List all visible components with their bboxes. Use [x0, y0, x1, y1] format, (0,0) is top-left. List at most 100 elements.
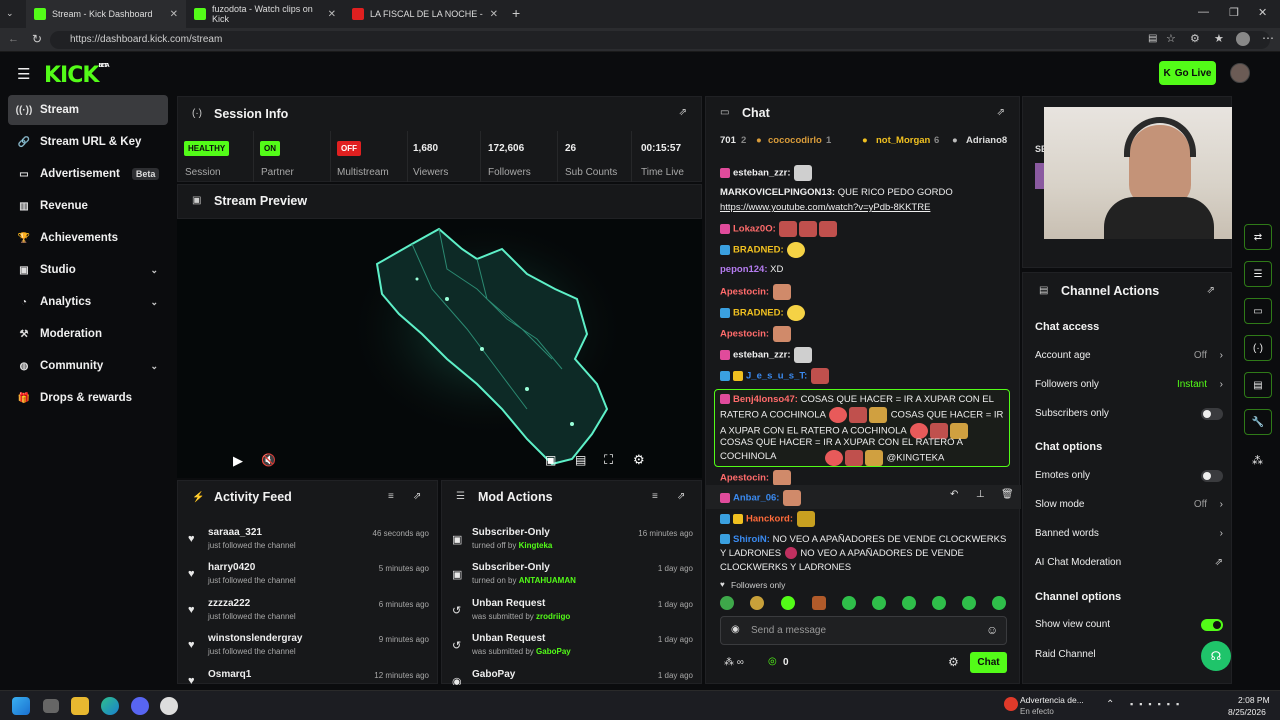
- chat-mention[interactable]: @KINGTEKA: [887, 453, 945, 464]
- clock-date[interactable]: 8/25/2026: [1228, 707, 1266, 717]
- new-tab-icon[interactable]: +: [512, 5, 520, 21]
- favorites-icon[interactable]: ★: [1214, 32, 1224, 45]
- chat-username[interactable]: MARKOVICELPINGON13:: [720, 187, 835, 198]
- popout-icon[interactable]: ⇗: [677, 491, 685, 502]
- close-icon[interactable]: ✕: [490, 9, 498, 20]
- chat-message-continued[interactable]: @KINGTEKA: [824, 450, 1010, 466]
- leaderboard-user[interactable]: not_Morgan: [876, 135, 930, 146]
- edge-browser-icon[interactable]: [101, 697, 119, 715]
- emote-icon[interactable]: [720, 596, 734, 610]
- filter-icon[interactable]: ≡: [388, 491, 394, 502]
- more-icon[interactable]: ⋯: [1262, 31, 1274, 45]
- chat-username[interactable]: Anbar_06:: [733, 493, 779, 504]
- restore-icon[interactable]: ❐: [1229, 6, 1239, 19]
- list-item[interactable]: ▣ Subscriber-Only turned on by ANTAHUAMAN 1…: [442, 556, 703, 592]
- chat-username[interactable]: pepon124:: [720, 264, 768, 275]
- chrome-icon[interactable]: [160, 697, 178, 715]
- chat-message[interactable]: Apestocin:: [720, 284, 1010, 300]
- back-icon[interactable]: ←: [8, 33, 19, 45]
- emotes-only-toggle[interactable]: [1201, 470, 1223, 482]
- menu-icon[interactable]: ☰: [17, 65, 30, 83]
- window-close-icon[interactable]: ✕: [1258, 6, 1267, 19]
- slow-mode-setting[interactable]: Slow mode Off ›: [1035, 499, 1223, 510]
- stream-preview-video[interactable]: ▶ 🔇 ▣ ▤ ⛶ ⚙: [177, 219, 702, 478]
- minimize-icon[interactable]: —: [1198, 6, 1209, 18]
- show-view-count-toggle[interactable]: [1201, 619, 1223, 631]
- emotes-only-setting[interactable]: Emotes only: [1035, 470, 1223, 482]
- sidebar-item-advertisement[interactable]: ▭ Advertisement Beta: [8, 159, 168, 189]
- miniplayer-icon[interactable]: ▣: [545, 453, 556, 467]
- sidebar-item-stream-url-key[interactable]: 🔗 Stream URL & Key: [8, 127, 168, 157]
- message-input[interactable]: ◉ Send a message ☺: [720, 616, 1007, 645]
- go-live-button[interactable]: K Go Live: [1159, 61, 1216, 85]
- list-item[interactable]: ♥ saraaa_321 just followed the channel 46 s…: [178, 521, 439, 557]
- emote-icon[interactable]: [902, 596, 916, 610]
- send-chat-button[interactable]: Chat: [970, 652, 1007, 673]
- emote-icon[interactable]: [842, 596, 856, 610]
- chat-username[interactable]: Lokaz0O:: [733, 224, 776, 235]
- tab-fuzodota[interactable]: fuzodota - Watch clips on Kick ✕: [186, 0, 344, 28]
- tab-la-fiscal[interactable]: LA FISCAL DE LA NOCHE - PIURA ✕: [344, 0, 506, 28]
- chat-username[interactable]: J_e_s_u_s_T:: [746, 371, 807, 382]
- list-item[interactable]: ◉ GaboPay 1 day ago: [442, 663, 703, 685]
- moderator-name[interactable]: GaboPay: [536, 647, 571, 656]
- chat-username[interactable]: BRADNED:: [733, 245, 784, 256]
- pin-icon[interactable]: ⊥: [976, 489, 985, 500]
- emote-icon[interactable]: [962, 596, 976, 610]
- chat-message[interactable]: MARKOVICELPINGON13: QUE RICO PEDO GORDO: [720, 186, 1010, 200]
- settings-gear-icon[interactable]: ⚙: [948, 655, 959, 669]
- kick-logo[interactable]: KICKBETA: [44, 63, 110, 88]
- moderator-name[interactable]: ANTAHUAMAN: [519, 576, 576, 585]
- chevron-up-icon[interactable]: ⌃: [1106, 699, 1114, 710]
- settings-gear-icon[interactable]: ⚙: [633, 452, 645, 468]
- support-chat-button[interactable]: ☊: [1201, 641, 1231, 671]
- show-view-count-setting[interactable]: Show view count: [1035, 619, 1223, 631]
- task-view-icon[interactable]: [43, 699, 59, 713]
- chat-message[interactable]: ShiroiN: NO VEO A APAÑADORES DE VENDE CL…: [720, 533, 1010, 573]
- sidebar-item-revenue[interactable]: ▥ Revenue: [8, 191, 168, 221]
- emote-icon[interactable]: [812, 596, 826, 610]
- chat-link[interactable]: https://www.youtube.com/watch?v=yPdb-8KK…: [720, 202, 930, 213]
- chat-username[interactable]: Benj4lonso47:: [733, 394, 798, 405]
- ai-moderation-setting[interactable]: AI Chat Moderation ⇗: [1035, 557, 1223, 568]
- mute-icon[interactable]: 🔇: [261, 453, 276, 467]
- rail-item-wrench-icon[interactable]: 🔧: [1244, 409, 1272, 435]
- rail-item-users-icon[interactable]: ⁂: [1252, 454, 1263, 467]
- sidebar-item-analytics[interactable]: ◔ Analytics ⌄: [8, 287, 168, 317]
- extensions-icon[interactable]: ⚙: [1190, 32, 1200, 45]
- chat-message[interactable]: Apestocin:: [720, 470, 1010, 486]
- emote-icon[interactable]: [932, 596, 946, 610]
- windows-start-icon[interactable]: [12, 697, 30, 715]
- clock-time[interactable]: 2:08 PM: [1238, 695, 1270, 705]
- chat-message[interactable]: Apestocin:: [720, 326, 1010, 342]
- moderator-name[interactable]: zrodriigo: [536, 612, 570, 621]
- emote-icon[interactable]: [992, 596, 1006, 610]
- emoji-icon[interactable]: ☺: [986, 623, 998, 637]
- tab-kick-dashboard[interactable]: Stream - Kick Dashboard ✕: [26, 0, 186, 28]
- raid-channel-setting[interactable]: Raid Channel: [1035, 649, 1223, 660]
- chat-message[interactable]: pepon124: XD: [720, 263, 1010, 277]
- avatar[interactable]: [1230, 63, 1250, 83]
- close-icon[interactable]: ✕: [328, 9, 336, 20]
- sidebar-item-studio[interactable]: ▣ Studio ⌄: [8, 255, 168, 285]
- chat-username[interactable]: esteban_zzr:: [733, 168, 791, 179]
- profile-icon[interactable]: [1236, 32, 1250, 46]
- chat-message[interactable]: J_e_s_u_s_T:: [720, 368, 1010, 384]
- rail-item-chat-icon[interactable]: ▭: [1244, 298, 1272, 324]
- rail-item-channel-icon[interactable]: ▤: [1244, 372, 1272, 398]
- chat-username[interactable]: Apestocin:: [720, 473, 769, 484]
- leaderboard-user[interactable]: Adriano8: [966, 135, 1007, 146]
- theater-icon[interactable]: ▤: [575, 453, 586, 467]
- url-field[interactable]: https://dashboard.kick.com/stream: [50, 31, 1270, 49]
- chat-username[interactable]: esteban_zzr:: [733, 350, 791, 361]
- rail-item-list-icon[interactable]: ☰: [1244, 261, 1272, 287]
- emote-icon[interactable]: [872, 596, 886, 610]
- list-item[interactable]: ♥ Osmarq1 12 minutes ago: [178, 663, 439, 685]
- reply-icon[interactable]: ↶: [950, 489, 958, 500]
- chat-username[interactable]: Apestocin:: [720, 287, 769, 298]
- chat-message[interactable]: Lokaz0O:: [720, 221, 1010, 237]
- list-item[interactable]: ▣ Subscriber-Only turned off by Kingteka 16…: [442, 521, 703, 557]
- chat-username[interactable]: ShiroiN:: [733, 534, 770, 545]
- rail-item-arrows-icon[interactable]: ⇄: [1244, 224, 1272, 250]
- chat-message[interactable]: Anbar_06:: [720, 490, 1010, 506]
